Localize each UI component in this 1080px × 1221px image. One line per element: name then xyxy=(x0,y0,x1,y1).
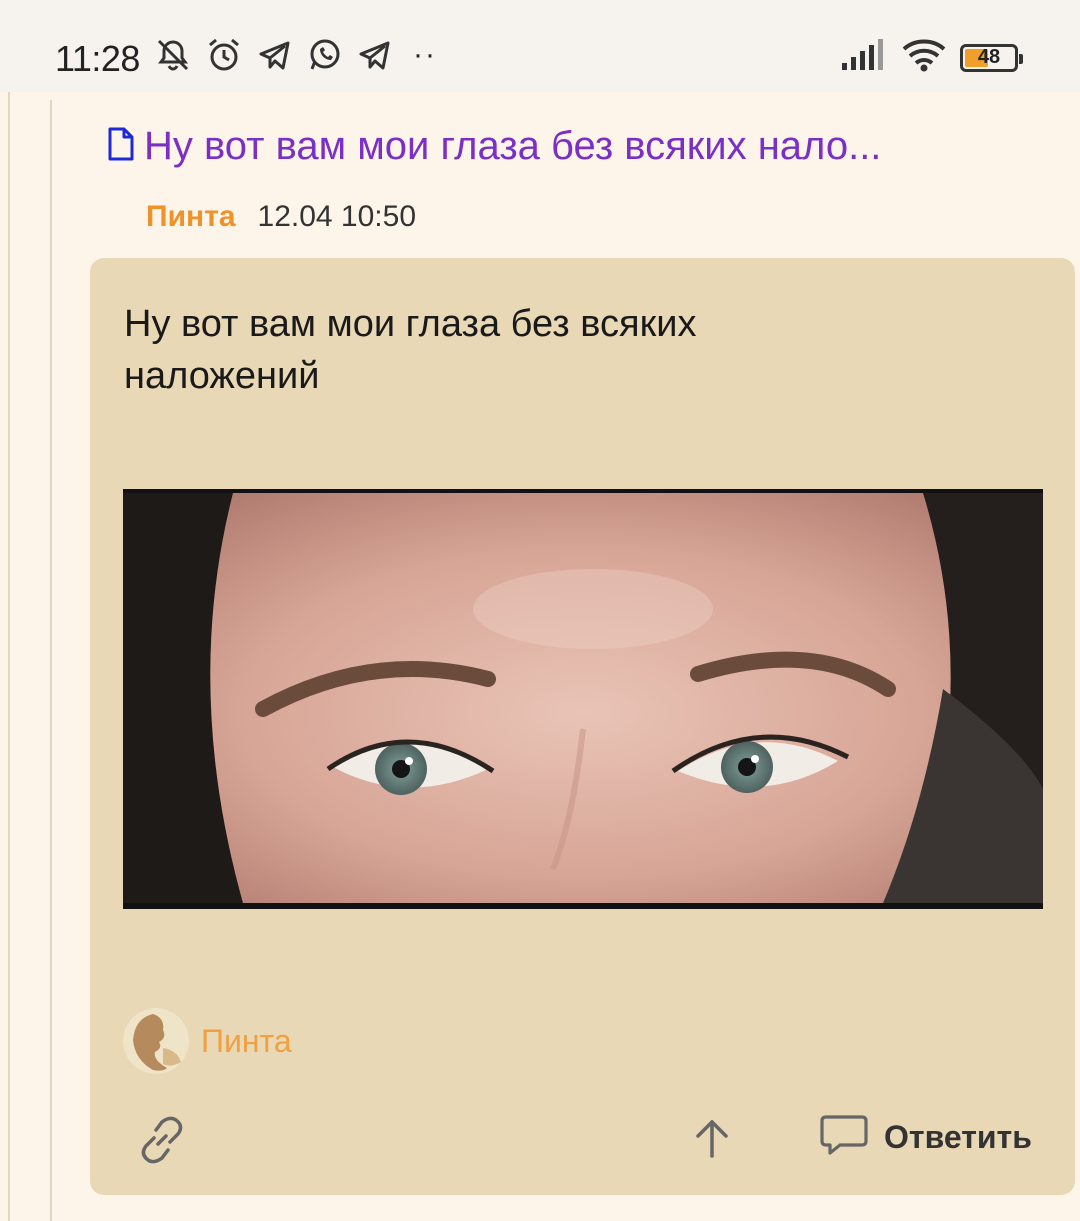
notification-icons: ·· xyxy=(155,36,437,74)
speech-bubble-icon xyxy=(820,1113,868,1162)
document-icon xyxy=(106,127,136,166)
alarm-icon xyxy=(205,36,243,74)
post-title[interactable]: Ну вот вам мои глаза без всяких нало... xyxy=(144,124,881,169)
status-time: 11:28 xyxy=(55,38,140,79)
battery-icon: 48 xyxy=(960,43,1023,72)
system-icons: 48 xyxy=(842,38,1023,77)
battery-level: 48 xyxy=(977,45,1001,68)
status-bar: 11:28 ·· 48 xyxy=(0,0,1080,92)
mute-bell-icon xyxy=(155,37,191,73)
thread-line xyxy=(8,92,10,1221)
wifi-icon xyxy=(902,38,946,77)
reply-button[interactable]: Ответить xyxy=(820,1113,1032,1162)
reply-label: Ответить xyxy=(884,1119,1032,1155)
post-photo[interactable] xyxy=(123,489,1043,909)
post-card: Ну вот вам мои глаза без всяких наложени… xyxy=(90,258,1075,1195)
arrow-up-icon[interactable] xyxy=(692,1116,732,1165)
post-body: Ну вот вам мои глаза без всяких наложени… xyxy=(124,303,697,397)
thread-line xyxy=(50,100,52,1221)
post-author-link[interactable]: Пинта xyxy=(146,200,236,234)
more-notifications-indicator: ·· xyxy=(413,38,437,71)
signal-icon xyxy=(842,39,888,76)
post-date: 12.04 10:50 xyxy=(257,200,416,233)
telegram-icon xyxy=(357,37,393,73)
post-title-link[interactable]: Ну вот вам мои глаза без всяких нало... xyxy=(106,124,881,169)
whatsapp-icon xyxy=(307,37,343,73)
footer-author-name[interactable]: Пинта xyxy=(201,1023,292,1060)
avatar xyxy=(123,1008,189,1074)
battery-cap xyxy=(1019,53,1023,64)
post-meta: Пинта 12.04 10:50 xyxy=(146,200,416,234)
link-icon[interactable] xyxy=(134,1112,190,1173)
telegram-icon xyxy=(257,37,293,73)
post-footer-author[interactable]: Пинта xyxy=(123,1008,292,1074)
